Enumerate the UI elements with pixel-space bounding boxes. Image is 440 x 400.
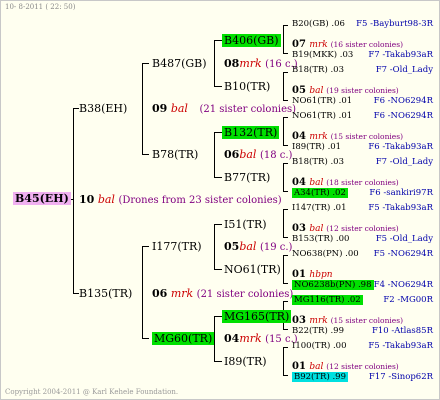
gen4-colony: F6 -NO6294R	[373, 95, 433, 106]
gen4-colony: F7 -Old_Lady	[375, 156, 433, 167]
gen4-colony: F2 -MG00R	[383, 294, 433, 305]
root-note: (Drones from 23 sister colonies)	[118, 195, 282, 206]
node-i51: I51(TR)	[224, 218, 267, 231]
gen4-colony: F7 -Takab93aR	[368, 49, 433, 60]
gen4-colony: F6 -NO6294R	[373, 110, 433, 121]
date-stamp: 10- 8-2011 ( 22: 50)	[5, 3, 76, 11]
node-i89: I89(TR)	[224, 355, 267, 368]
node-mg60: MG60(TR)	[152, 332, 215, 345]
gen4-row: B20(GB) .06	[292, 19, 345, 29]
root-id: B45(EH)	[13, 192, 71, 205]
gen4-row: MG116(TR) .02	[292, 294, 363, 305]
gen4-summary: 07 mrk (16 sister colonies)	[292, 39, 404, 51]
gen4-summary: 03 bal (12 sister colonies)	[292, 223, 399, 235]
node-i177: I177(TR)	[152, 240, 202, 253]
gen4-row: NO61(TR) .01	[292, 95, 353, 106]
pedigree-chart: 10- 8-2011 ( 22: 50) Copyright 2004-2011…	[0, 0, 440, 400]
root-node: B45(EH)	[13, 192, 71, 205]
gen4-row: I147(TR) .01	[292, 202, 347, 213]
node-b38: B38(EH)	[79, 102, 128, 115]
node-b132: B132(TR)	[222, 126, 280, 139]
gen4-colony: F6 -Takab93aR	[368, 141, 433, 152]
info-b135: 06 mrk (21 sister colonies)	[152, 287, 294, 300]
gen4-row: I89(TR) .01	[292, 141, 342, 152]
gen4-row: B22(TR) .99	[292, 325, 344, 336]
info-b78: 06bal (18 c.)	[224, 148, 293, 161]
gen4-colony: F6 -sankiri97R	[369, 187, 433, 198]
node-b406: B406(GB)	[222, 34, 281, 47]
copyright: Copyright 2004-2011 @ Karl Kehele Founda…	[5, 388, 179, 396]
gen4-row: NO638(PN) .00	[292, 248, 359, 259]
gen4-summary: 04 mrk (15 sister colonies)	[292, 131, 404, 143]
gen4-row: B19(MKK) .03	[292, 49, 354, 60]
gen4-colony: F5 -Takab93aR	[368, 340, 433, 351]
node-no61: NO61(TR)	[224, 263, 281, 276]
gen4-colony: F5 -Bayburt98-3R	[356, 19, 433, 29]
gen4-row: B153(TR) .00	[292, 233, 350, 244]
gen4-row: A34(TR) .02	[292, 187, 348, 198]
gen4-colony: F5 -Takab93aR	[368, 202, 433, 213]
info-b487: 08mrk (16 c.)	[224, 57, 298, 70]
root-num: 10	[79, 193, 95, 206]
gen4-row: I100(TR) .00	[292, 340, 347, 351]
root-breed: bal	[97, 193, 115, 206]
info-i177: 05bal (19 c.)	[224, 240, 293, 253]
gen4-summary: 03 mrk (15 sister colonies)	[292, 315, 404, 327]
node-b77: B77(TR)	[224, 171, 271, 184]
gen4-colony: F17 -Sinop62R	[368, 371, 433, 382]
node-mg165: MG165(TR)	[222, 310, 292, 323]
node-b78: B78(TR)	[152, 148, 199, 161]
gen4-row: B92(TR) .99	[292, 371, 348, 382]
info-mg60: 04mrk (15 c.)	[224, 332, 298, 345]
gen4-colony: F10 -Atlas85R	[371, 325, 433, 336]
gen4-summary: 01 bal (12 sister colonies)	[292, 361, 399, 373]
gen4-summary: 01 hbpn	[292, 269, 333, 281]
gen4-colony: F4 -NO6294R	[373, 279, 433, 290]
gen4-summary: 04 bal (18 sister colonies)	[292, 177, 399, 189]
gen4-colony: F7 -Old_Lady	[375, 64, 433, 75]
gen4-colony: F5 -NO6294R	[373, 248, 433, 259]
gen4-row: B18(TR) .03	[292, 64, 344, 75]
gen4-summary: 05 bal (19 sister colonies)	[292, 85, 399, 97]
node-b135: B135(TR)	[79, 287, 133, 300]
info-b38: 09 bal (21 sister colonies)	[152, 102, 297, 115]
gen4-row: NO61(TR) .01	[292, 110, 353, 121]
node-b487: B487(GB)	[152, 57, 207, 70]
gen4-colony: F5 -Old_Lady	[375, 233, 433, 244]
gen4-row: B18(TR) .03	[292, 156, 344, 167]
gen4-row: NO6238b(PN) .98	[292, 279, 374, 290]
root-info: 10 bal (Drones from 23 sister colonies)	[79, 194, 282, 206]
node-b10: B10(TR)	[224, 80, 271, 93]
